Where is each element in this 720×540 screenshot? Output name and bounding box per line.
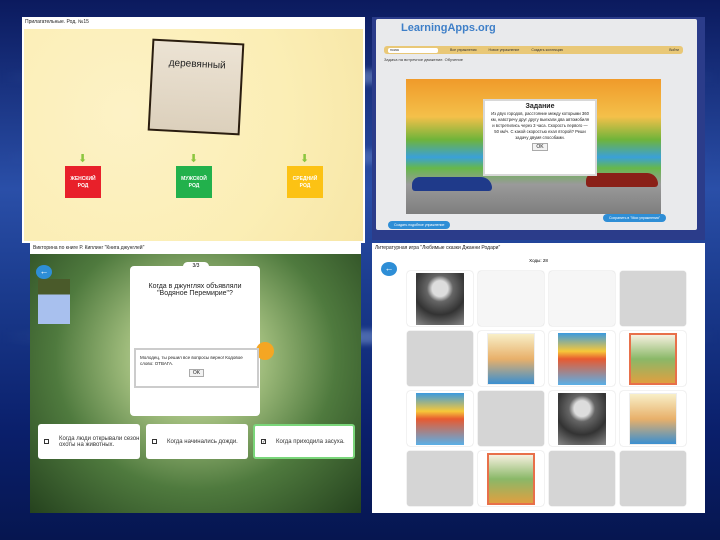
blue-car bbox=[412, 177, 492, 191]
browser-screen: LearningApps.org поиск Все упражнения Но… bbox=[376, 19, 697, 230]
memory-card-hidden[interactable] bbox=[620, 271, 686, 326]
back-arrow-icon[interactable]: ← bbox=[381, 262, 397, 276]
checkbox[interactable] bbox=[44, 439, 49, 444]
memory-card-book3[interactable] bbox=[620, 331, 686, 386]
nav-bar: поиск Все упражнения Новое упражнение Со… bbox=[384, 46, 683, 54]
memory-card-hidden[interactable] bbox=[478, 391, 544, 446]
book-cover bbox=[558, 332, 606, 385]
memory-card-hidden[interactable] bbox=[549, 271, 615, 326]
result-message: Молодец, ты решил все вопросы верно! Код… bbox=[140, 355, 243, 366]
dialog-title: Задание bbox=[525, 103, 555, 110]
memory-card-photo[interactable] bbox=[549, 391, 615, 446]
site-logo[interactable]: LearningApps.org bbox=[401, 22, 496, 34]
book-cover bbox=[629, 332, 677, 385]
save-button[interactable]: Сохранить в "Мои упражнения" bbox=[603, 214, 667, 222]
memory-card-hidden[interactable] bbox=[407, 451, 473, 506]
memory-card-book2[interactable] bbox=[407, 391, 473, 446]
memory-card-photo[interactable] bbox=[407, 271, 473, 326]
memory-card-hidden[interactable] bbox=[620, 451, 686, 506]
author-photo bbox=[558, 392, 606, 445]
app-title: Литературная игра "Любимые сказки Джанни… bbox=[372, 243, 705, 254]
gender-sort-app: Прилагательные. Род. №15 деревянный ⬇ ⬇ … bbox=[22, 17, 365, 243]
checkbox-checked[interactable]: ✓ bbox=[261, 439, 266, 445]
memory-card-book1[interactable] bbox=[620, 391, 686, 446]
answer-option[interactable]: Когда начинались дожди. bbox=[146, 424, 248, 459]
login-link[interactable]: Войти bbox=[669, 48, 679, 52]
memory-card-hidden[interactable] bbox=[478, 271, 544, 326]
game-stage: деревянный ⬇ ⬇ ⬇ ЖЕНСКИЙ РОД МУЖСКОЙ РОД… bbox=[24, 29, 363, 241]
book-cover bbox=[487, 332, 535, 385]
answer-option[interactable]: Когда люди открывали сезон охоты на живо… bbox=[38, 424, 140, 459]
quiz-stage: ← Когда в джунглях объявляли "Водяное Пе… bbox=[30, 254, 361, 513]
app-title: Прилагательные. Род. №15 bbox=[22, 17, 365, 28]
moves-counter: Ходы: 28 bbox=[529, 258, 548, 263]
answer-option-selected[interactable]: ✓ Когда приходила засуха. bbox=[253, 424, 355, 459]
dialog-text: Из двух городов, расстояние между которы… bbox=[490, 111, 590, 140]
result-dialog: Молодец, ты решил все вопросы верно! Код… bbox=[134, 348, 259, 388]
word-card[interactable]: деревянный bbox=[147, 38, 245, 136]
nav-new-exercise[interactable]: Новое упражнение bbox=[489, 48, 520, 52]
memory-card-book1[interactable] bbox=[478, 331, 544, 386]
card-grid bbox=[407, 271, 686, 506]
back-arrow-icon[interactable]: ← bbox=[36, 265, 52, 279]
arrow-down-icon: ⬇ bbox=[78, 153, 88, 165]
author-photo bbox=[416, 272, 464, 325]
memory-card-hidden[interactable] bbox=[549, 451, 615, 506]
memory-card-book3[interactable] bbox=[478, 451, 544, 506]
book-cover bbox=[416, 392, 464, 445]
memory-card-hidden[interactable] bbox=[407, 331, 473, 386]
question-text: Когда в джунглях объявляли "Водяное Пере… bbox=[148, 283, 242, 297]
search-input[interactable]: поиск bbox=[388, 47, 438, 53]
ok-button[interactable]: OK bbox=[532, 143, 548, 151]
question-card: Когда в джунглях объявляли "Водяное Пере… bbox=[130, 266, 260, 416]
arrow-down-icon: ⬇ bbox=[189, 153, 199, 165]
bin-feminine[interactable]: ЖЕНСКИЙ РОД bbox=[65, 166, 101, 198]
exercise-title: Задача на встречное движение. Обучение bbox=[384, 57, 463, 62]
question-counter: 3/3 bbox=[183, 262, 209, 271]
app-title: Викторина по книге Р. Киплинг "Книга джу… bbox=[30, 243, 361, 254]
nav-create-collection[interactable]: Создать коллекцию bbox=[531, 48, 563, 52]
memory-game-app: Литературная игра "Любимые сказки Джанни… bbox=[372, 243, 705, 513]
task-dialog: Задание Из двух городов, расстояние межд… bbox=[483, 99, 597, 176]
bin-neuter[interactable]: СРЕДНИЙ РОД bbox=[287, 166, 323, 198]
create-similar-button[interactable]: Создать подобное упражнение bbox=[388, 221, 451, 229]
thumbnail-image bbox=[38, 279, 70, 324]
memory-card-book2[interactable] bbox=[549, 331, 615, 386]
nav-all-exercises[interactable]: Все упражнения bbox=[450, 48, 477, 52]
book-cover bbox=[629, 392, 677, 445]
checkbox[interactable] bbox=[152, 439, 157, 444]
book-cover bbox=[487, 452, 535, 505]
quiz-app: Викторина по книге Р. Киплинг "Книга джу… bbox=[30, 243, 361, 513]
bin-masculine[interactable]: МУЖСКОЙ РОД bbox=[176, 166, 212, 198]
ok-button[interactable]: OK bbox=[188, 369, 205, 377]
arrow-down-icon: ⬇ bbox=[300, 153, 310, 165]
learningapps-photo: LearningApps.org поиск Все упражнения Но… bbox=[372, 17, 705, 240]
